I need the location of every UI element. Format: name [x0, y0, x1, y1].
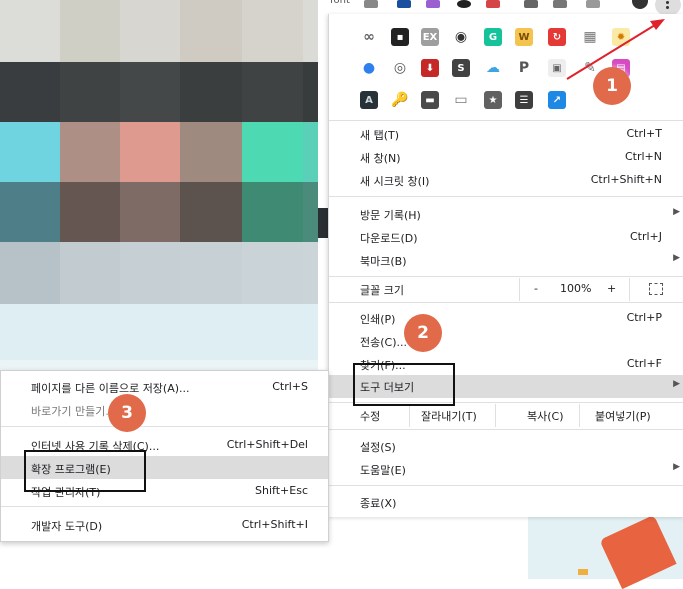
highlight-box-more-tools	[353, 363, 455, 406]
step-badge-3: 3	[108, 394, 146, 432]
step-badge-1: 1	[593, 67, 631, 105]
step-badge-2: 2	[404, 314, 442, 352]
annotation-arrow	[566, 19, 665, 80]
highlight-box-extensions	[24, 450, 146, 492]
